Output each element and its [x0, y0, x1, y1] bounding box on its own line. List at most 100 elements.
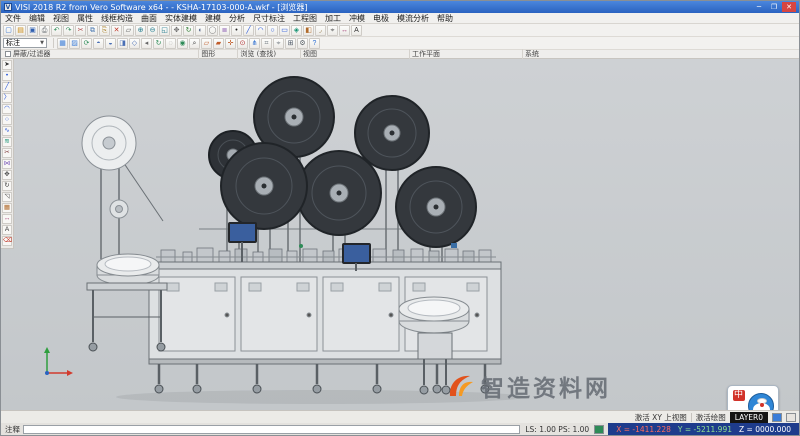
menu-item[interactable]: 视图: [49, 13, 73, 24]
zoom-fit-icon[interactable]: ◱: [159, 25, 170, 36]
pan-icon[interactable]: ✥: [171, 25, 182, 36]
text-icon[interactable]: A: [351, 25, 362, 36]
scale-indicator: LS: 1.00 PS: 1.00: [525, 425, 589, 434]
menu-item[interactable]: 建模: [201, 13, 225, 24]
menu-item[interactable]: 实体建模: [161, 13, 201, 24]
offset-tool-icon[interactable]: ≋: [2, 137, 12, 147]
menu-item[interactable]: 线框构造: [97, 13, 137, 24]
menu-item[interactable]: 分析: [225, 13, 249, 24]
save-icon[interactable]: ▣: [27, 25, 38, 36]
dimension-tool-icon[interactable]: ↔: [2, 214, 12, 224]
move-tool-icon[interactable]: ✥: [2, 170, 12, 180]
refresh-view-icon[interactable]: ↻: [153, 38, 164, 49]
line-tool-icon[interactable]: ╱: [2, 82, 12, 92]
select-icon[interactable]: ▱: [123, 25, 134, 36]
coordinate-readout-icon[interactable]: ⊞: [285, 38, 296, 49]
rotate-tool-icon[interactable]: ↻: [2, 181, 12, 191]
menu-item[interactable]: 模流分析: [393, 13, 433, 24]
pointer-select-icon[interactable]: ➤: [2, 60, 12, 70]
menu-item[interactable]: 尺寸标注: [249, 13, 289, 24]
view-top-icon[interactable]: ◓: [93, 38, 104, 49]
menu-item[interactable]: 工程图: [289, 13, 321, 24]
active-view-indicator[interactable]: 激活 XY 上视图: [635, 412, 687, 423]
trim-tool-icon[interactable]: ✂: [2, 148, 12, 158]
mask-filter-toggle[interactable]: 屏蔽/过滤器: [5, 49, 50, 59]
cut-icon[interactable]: ✂: [75, 25, 86, 36]
app-icon: V: [4, 3, 12, 11]
layers-icon[interactable]: ≣: [219, 25, 230, 36]
menu-item[interactable]: 属性: [73, 13, 97, 24]
view-front-icon[interactable]: ◒: [105, 38, 116, 49]
close-button[interactable]: ✕: [782, 2, 796, 12]
fillet-icon[interactable]: ◞: [315, 25, 326, 36]
menu-item[interactable]: 文件: [1, 13, 25, 24]
view-iso-icon[interactable]: ◇: [129, 38, 140, 49]
undo-icon[interactable]: ↶: [51, 25, 62, 36]
shaded-view-icon[interactable]: ◐: [195, 25, 206, 36]
surface-icon[interactable]: ◈: [291, 25, 302, 36]
line-icon[interactable]: ╱: [243, 25, 254, 36]
minimize-button[interactable]: ─: [752, 2, 766, 12]
graphics-mode-icon[interactable]: ▨: [69, 38, 80, 49]
workplane-xy-icon[interactable]: ▱: [201, 38, 212, 49]
system-settings-icon[interactable]: ⚙: [297, 38, 308, 49]
menu-item[interactable]: 电极: [369, 13, 393, 24]
rectangle-icon[interactable]: ▭: [279, 25, 290, 36]
circle-tool-icon[interactable]: ○: [2, 115, 12, 125]
dimension-icon[interactable]: ↔: [339, 25, 350, 36]
solid-icon[interactable]: ◧: [303, 25, 314, 36]
menu-item[interactable]: 冲模: [345, 13, 369, 24]
zoom-in-icon[interactable]: ⊕: [135, 25, 146, 36]
arc-icon[interactable]: ◠: [255, 25, 266, 36]
search-icon[interactable]: ⌕: [189, 38, 200, 49]
text-tool-icon[interactable]: A: [2, 225, 12, 235]
help-icon[interactable]: ?: [309, 38, 320, 49]
dynamic-rotate-icon[interactable]: ⟳: [81, 38, 92, 49]
layer-indicator[interactable]: LAYER0: [730, 412, 768, 423]
zoom-out-icon[interactable]: ⊖: [147, 25, 158, 36]
previous-view-icon[interactable]: ◂: [141, 38, 152, 49]
rotate-view-icon[interactable]: ↻: [183, 25, 194, 36]
point-icon[interactable]: •: [231, 25, 242, 36]
show-all-icon[interactable]: ◉: [177, 38, 188, 49]
point-tool-icon[interactable]: •: [2, 71, 12, 81]
hide-entity-icon[interactable]: ◌: [165, 38, 176, 49]
menu-item[interactable]: 编辑: [25, 13, 49, 24]
circle-icon[interactable]: ○: [267, 25, 278, 36]
wireframe-view-icon[interactable]: ◯: [207, 25, 218, 36]
arc-tool-icon[interactable]: ◠: [2, 104, 12, 114]
open-file-icon[interactable]: ▤: [15, 25, 26, 36]
workplane-yz-icon[interactable]: ▰: [213, 38, 224, 49]
maximize-button[interactable]: ❐: [767, 2, 781, 12]
paste-icon[interactable]: ⎘: [99, 25, 110, 36]
line-style-icon[interactable]: [786, 413, 796, 422]
print-icon[interactable]: ⎙: [39, 25, 50, 36]
snap-icon[interactable]: ⌖: [273, 38, 284, 49]
view-side-icon[interactable]: ◨: [117, 38, 128, 49]
entity-color-icon[interactable]: [772, 413, 782, 422]
spline-tool-icon[interactable]: ∿: [2, 126, 12, 136]
command-input[interactable]: [23, 425, 520, 434]
axis-system-icon[interactable]: ⋔: [249, 38, 260, 49]
checkbox-icon: [5, 51, 11, 57]
menu-item[interactable]: 帮助: [433, 13, 457, 24]
delete-icon[interactable]: ✕: [111, 25, 122, 36]
viewport-3d[interactable]: ➤•╱〉◠○∿≋✂⋈✥↻◹▦↔A⌫ 智造资料网 中: [1, 59, 799, 410]
menu-item[interactable]: 加工: [321, 13, 345, 24]
polyline-tool-icon[interactable]: 〉: [2, 93, 12, 103]
grid-icon[interactable]: ⌗: [261, 38, 272, 49]
workplane-auto-icon[interactable]: ✛: [225, 38, 236, 49]
workspace-combobox[interactable]: 标注 ▼: [3, 38, 47, 48]
menu-item[interactable]: 曲面: [137, 13, 161, 24]
origin-icon[interactable]: ⊙: [237, 38, 248, 49]
erase-tool-icon[interactable]: ⌫: [2, 236, 12, 246]
array-tool-icon[interactable]: ▦: [2, 203, 12, 213]
mask-filter-icon[interactable]: ▦: [57, 38, 68, 49]
scale-tool-icon[interactable]: ◹: [2, 192, 12, 202]
active-draw-indicator[interactable]: 激活绘图: [696, 412, 726, 423]
measure-icon[interactable]: ⌖: [327, 25, 338, 36]
redo-icon[interactable]: ↷: [63, 25, 74, 36]
copy-icon[interactable]: ⧉: [87, 25, 98, 36]
new-file-icon[interactable]: ▢: [3, 25, 14, 36]
mirror-tool-icon[interactable]: ⋈: [2, 159, 12, 169]
